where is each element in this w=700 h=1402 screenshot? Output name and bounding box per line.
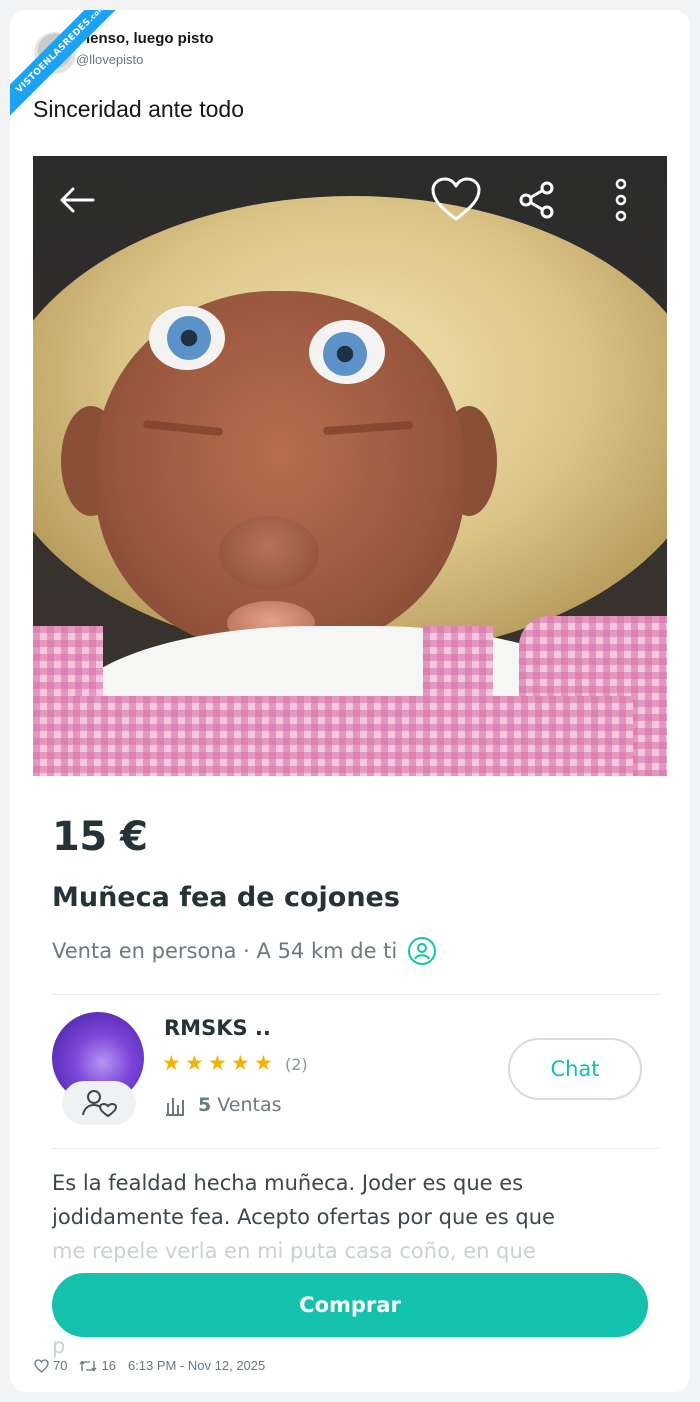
share-button[interactable]	[517, 176, 557, 224]
tweet-card: VISTOENLASREDES.com Pienso, luego pisto …	[10, 10, 690, 1392]
like-action[interactable]: 70	[34, 1358, 67, 1373]
watermark-ribbon: VISTOENLASREDES.com	[10, 10, 140, 140]
heart-icon	[431, 177, 481, 221]
bar-chart-icon	[166, 1098, 184, 1116]
divider	[52, 994, 659, 995]
like-count: 70	[53, 1358, 68, 1373]
back-button[interactable]	[55, 176, 99, 224]
back-arrow-icon	[60, 187, 95, 213]
star-icon: ★	[162, 1052, 181, 1075]
retweet-action[interactable]: 16	[79, 1358, 116, 1373]
share-icon	[519, 181, 554, 219]
star-icon: ★	[185, 1052, 204, 1075]
divider	[52, 1148, 659, 1149]
description-line: Es la fealdad hecha muñeca. Joder es que…	[52, 1171, 524, 1195]
sales-count: 5	[198, 1094, 212, 1116]
chat-button[interactable]: Chat	[508, 1038, 642, 1100]
sales-label: Ventas	[217, 1094, 282, 1116]
product-photo	[33, 156, 667, 776]
description-line: jodidamente fea. Acepto ofertas por que …	[52, 1205, 555, 1229]
delivery-info: Venta en persona · A 54 km de ti	[52, 936, 437, 966]
star-icon: ★	[231, 1052, 250, 1075]
more-options-button[interactable]	[607, 176, 635, 224]
delivery-text: Venta en persona · A 54 km de ti	[52, 939, 398, 963]
retweet-count: 16	[101, 1358, 116, 1373]
review-count[interactable]: (2)	[285, 1055, 308, 1074]
listing-screenshot: 15 € Muñeca fea de cojones Venta en pers…	[33, 156, 667, 1360]
person-heart-icon	[82, 1090, 118, 1118]
favorite-button[interactable]	[429, 176, 483, 224]
seller-sales: 5 Ventas	[164, 1094, 282, 1116]
heart-outline-icon	[34, 1358, 49, 1373]
description-line: me repele verla en mi puta casa coño, en…	[52, 1239, 536, 1263]
tweet-timestamp[interactable]: 6:13 PM - Nov 12, 2025	[128, 1358, 265, 1373]
retweet-icon	[79, 1359, 97, 1372]
star-icon: ★	[254, 1052, 273, 1075]
more-vertical-icon	[615, 178, 627, 222]
watermark-suffix: .com	[86, 10, 107, 24]
listing-description: Es la fealdad hecha muñeca. Joder es que…	[52, 1166, 632, 1268]
seller-rating: ★ ★ ★ ★ ★ (2)	[162, 1052, 308, 1075]
description-line: p	[52, 1334, 66, 1358]
follow-badge[interactable]	[62, 1081, 136, 1125]
listing-title: Muñeca fea de cojones	[52, 882, 400, 913]
watermark-text: VISTOENLASREDES	[14, 16, 94, 96]
tweet-footer: 70 16 6:13 PM - Nov 12, 2025	[34, 1358, 277, 1373]
location-person-icon[interactable]	[407, 936, 437, 966]
star-icon: ★	[208, 1052, 227, 1075]
price: 15 €	[52, 814, 148, 860]
seller-name[interactable]: RMSKS ..	[164, 1016, 271, 1040]
buy-button[interactable]: Comprar	[52, 1273, 648, 1337]
